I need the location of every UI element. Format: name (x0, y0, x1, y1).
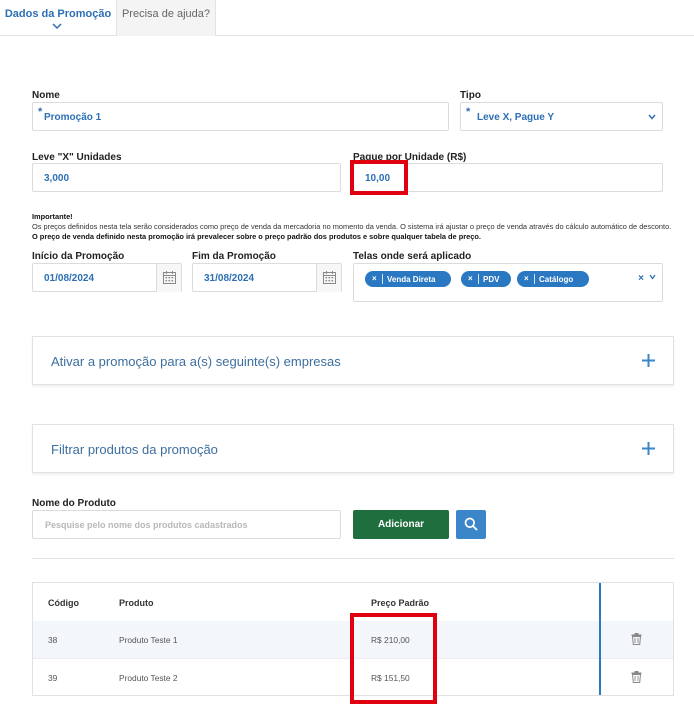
trash-icon[interactable] (631, 671, 642, 683)
tipo-label: Tipo (460, 90, 481, 101)
cell-codigo: 39 (48, 673, 58, 683)
divider (32, 558, 674, 559)
leve-unidades-field[interactable]: 3,000 (32, 163, 341, 192)
note-title: Importante! (32, 212, 73, 221)
tab-precisa-ajuda-label: Precisa de ajuda? (121, 8, 211, 20)
chip-label: Venda Direta (387, 275, 436, 284)
accordion-empresas[interactable]: Ativar a promoção para a(s) seguinte(s) … (32, 336, 674, 385)
nome-field[interactable]: * Promoção 1 (32, 102, 449, 131)
product-search-field[interactable] (32, 510, 341, 539)
cell-produto: Produto Teste 2 (119, 673, 178, 683)
required-marker: * (466, 106, 471, 118)
column-divider (599, 583, 601, 695)
nome-label: Nome (32, 90, 60, 101)
fim-value: 31/08/2024 (204, 273, 255, 284)
fim-date-field[interactable]: 31/08/2024 (192, 263, 342, 292)
calendar-button[interactable] (156, 264, 181, 292)
header-produto: Produto (119, 598, 154, 608)
chip-remove-icon[interactable]: × (468, 274, 473, 283)
leve-value: 3,000 (44, 173, 70, 184)
clear-all-icon[interactable]: × (638, 273, 644, 284)
add-product-button[interactable]: Adicionar (353, 510, 449, 539)
calendar-icon (163, 271, 176, 284)
cell-codigo: 38 (48, 635, 58, 645)
highlight-box (350, 160, 408, 195)
tab-dados-promocao-label: Dados da Promoção (4, 8, 112, 20)
accordion-filtrar-produtos[interactable]: Filtrar produtos da promoção (32, 424, 674, 473)
search-icon (464, 517, 478, 531)
highlight-box (350, 613, 437, 704)
chip-venda-direta[interactable]: × Venda Direta (365, 271, 451, 287)
chevron-down-icon[interactable] (649, 274, 656, 280)
trash-icon[interactable] (631, 633, 642, 645)
fim-label: Fim da Promoção (192, 251, 276, 262)
chip-remove-icon[interactable]: × (372, 274, 377, 283)
header-preco-padrao: Preço Padrão (371, 598, 430, 608)
nome-produto-label: Nome do Produto (32, 498, 116, 509)
chevron-down-icon (648, 114, 656, 120)
chip-label: PDV (483, 275, 500, 284)
header-codigo: Código (48, 598, 79, 608)
tab-precisa-ajuda[interactable]: Precisa de ajuda? (116, 0, 216, 36)
calendar-icon (323, 271, 336, 284)
tab-dados-promocao[interactable]: Dados da Promoção (0, 0, 116, 36)
cell-produto: Produto Teste 1 (119, 635, 178, 645)
note-bold: O preço de venda definido nesta promoção… (32, 232, 481, 241)
note-text: Os preços definidos nesta tela serão con… (32, 222, 672, 231)
chip-catalogo[interactable]: × Catálogo (517, 271, 589, 287)
product-search-input[interactable] (33, 511, 340, 538)
chip-pdv[interactable]: × PDV (461, 271, 511, 287)
tab-bar: Dados da Promoção Precisa de ajuda? (0, 0, 694, 36)
leve-label: Leve "X" Unidades (32, 152, 122, 163)
inicio-value: 01/08/2024 (44, 273, 95, 284)
plus-icon (642, 442, 655, 455)
accordion-title: Ativar a promoção para a(s) seguinte(s) … (51, 354, 341, 369)
important-note: Importante! Os preços definidos nesta te… (32, 212, 677, 242)
tipo-select[interactable]: * Leve X, Pague Y (460, 102, 663, 131)
required-marker: * (38, 106, 43, 118)
telas-label: Telas onde será aplicado (353, 251, 472, 262)
search-button[interactable] (456, 510, 486, 539)
telas-multiselect[interactable]: × Venda Direta × PDV × Catálogo × (353, 263, 663, 302)
inicio-label: Início da Promoção (32, 251, 125, 262)
accordion-title: Filtrar produtos da promoção (51, 442, 218, 457)
inicio-date-field[interactable]: 01/08/2024 (32, 263, 182, 292)
chevron-down-icon (52, 23, 62, 30)
plus-icon (642, 354, 655, 367)
chip-label: Catálogo (539, 275, 574, 284)
chip-remove-icon[interactable]: × (524, 274, 529, 283)
nome-value: Promoção 1 (44, 112, 102, 123)
calendar-button[interactable] (316, 264, 341, 292)
tipo-value: Leve X, Pague Y (477, 112, 555, 123)
